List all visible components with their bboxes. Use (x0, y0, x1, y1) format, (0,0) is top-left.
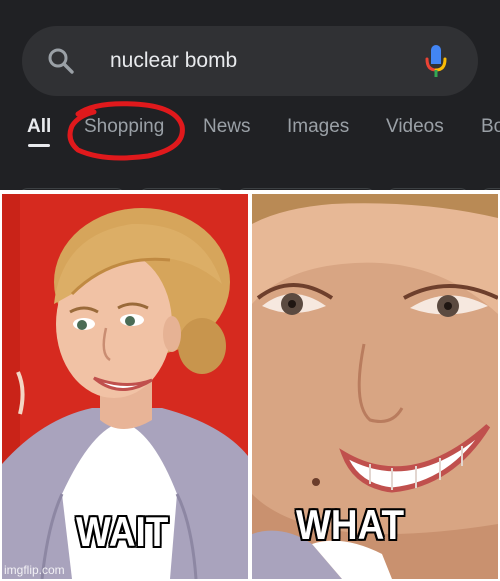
tab-videos[interactable]: Videos (386, 116, 444, 138)
screenshot-root: All Shopping News Images Videos Bo (0, 0, 500, 581)
caption-wait: WAIT (76, 508, 169, 555)
search-tabs: All Shopping News Images Videos Bo (0, 108, 500, 152)
imgflip-watermark: imgflip.com (4, 563, 65, 577)
microphone-icon[interactable] (424, 43, 448, 79)
tab-all[interactable]: All (27, 116, 51, 138)
filter-chips-row (0, 176, 500, 190)
tab-shopping[interactable]: Shopping (84, 116, 164, 138)
active-tab-indicator (28, 144, 50, 147)
caption-what: WHAT (296, 501, 405, 548)
tab-images[interactable]: Images (287, 116, 349, 138)
search-icon[interactable] (46, 46, 76, 76)
tab-books[interactable]: Bo (481, 116, 500, 138)
tab-news[interactable]: News (203, 116, 251, 138)
wait-what-meme: WAIT WHAT imgflip.com (0, 190, 500, 581)
google-search-header: All Shopping News Images Videos Bo (0, 0, 500, 190)
search-input[interactable] (110, 46, 410, 76)
search-bar[interactable] (22, 26, 478, 96)
